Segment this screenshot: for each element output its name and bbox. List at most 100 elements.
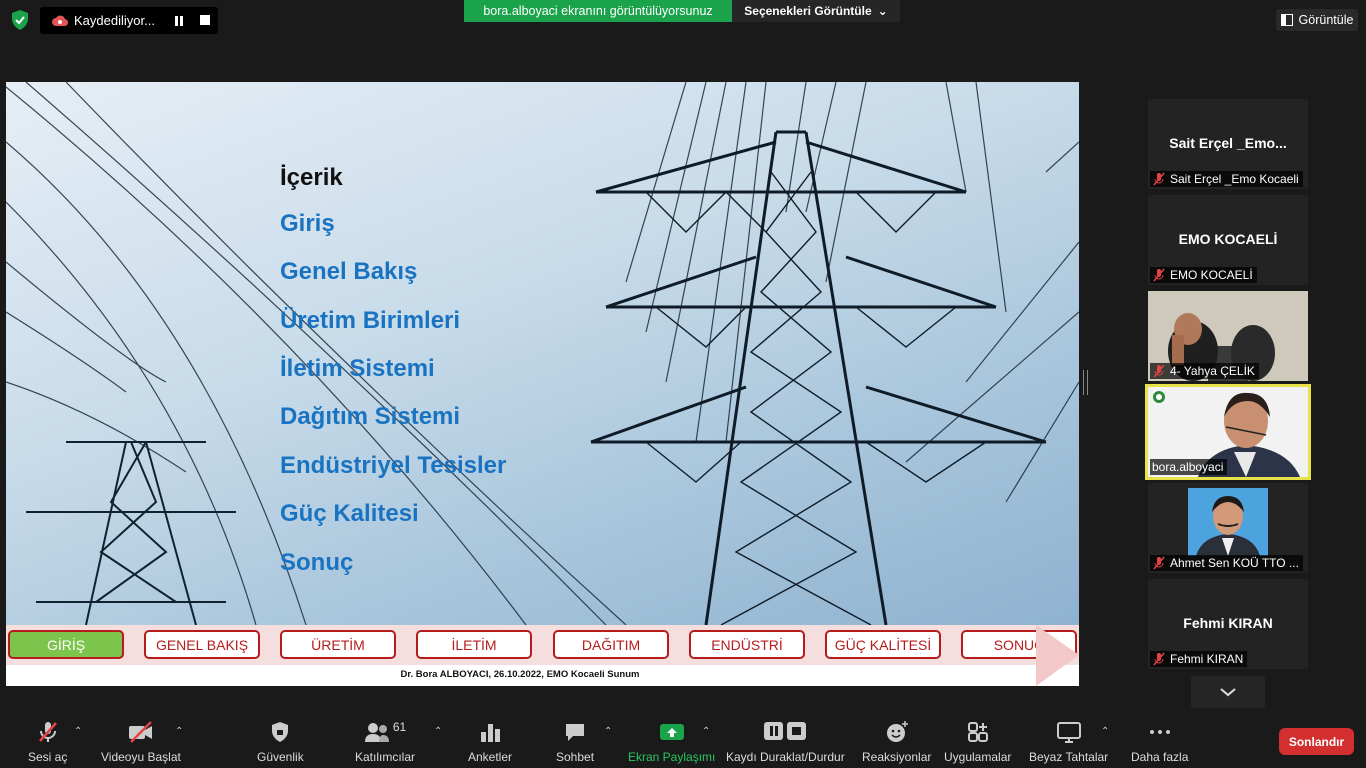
participant-count: 61 xyxy=(392,720,407,734)
video-options-chevron-icon[interactable]: ⌃ xyxy=(175,726,183,737)
participant-label-text: bora.alboyaci xyxy=(1152,460,1224,474)
participant-label-text: EMO KOCAELİ xyxy=(1170,268,1253,282)
nav-uretim[interactable]: ÜRETİM xyxy=(280,630,396,659)
toc-item-dagitim: Dağıtım Sistemi xyxy=(280,403,461,430)
share-screen-icon xyxy=(659,724,684,740)
participant-tile[interactable]: 4- Yahya ÇELİK xyxy=(1148,291,1308,381)
end-meeting-button[interactable]: Sonlandır xyxy=(1279,728,1354,755)
share-banner-text: bora.alboyaci ekranını görüntülüyorsunuz xyxy=(483,4,713,18)
security-shield-icon xyxy=(272,722,289,742)
participant-label-text: 4- Yahya ÇELİK xyxy=(1170,364,1255,378)
view-button-label: Görüntüle xyxy=(1298,13,1354,27)
reactions-button[interactable]: Reaksiyonlar xyxy=(862,720,931,764)
participants-scroll-down-button[interactable] xyxy=(1191,676,1265,708)
participant-label: 4- Yahya ÇELİK xyxy=(1150,363,1259,379)
participant-name-large: Fehmi KIRAN xyxy=(1183,615,1273,631)
recording-indicator[interactable]: Kaydediliyor... xyxy=(40,7,218,34)
participant-label: EMO KOCAELİ xyxy=(1150,267,1257,283)
participant-label: Ahmet Sen KOÜ TTO ... xyxy=(1150,555,1303,571)
polls-button[interactable]: Anketler xyxy=(468,720,512,764)
chat-options-chevron-icon[interactable]: ⌃ xyxy=(604,726,612,737)
pause-stop-label: Kaydı Duraklat/Durdur xyxy=(726,750,845,764)
participant-profile-photo xyxy=(1188,488,1268,556)
toc-item-giris: Giriş xyxy=(280,210,335,237)
cloud-record-icon xyxy=(52,15,68,26)
nav-genel-bakis[interactable]: GENEL BAKIŞ xyxy=(144,630,260,659)
participant-tile[interactable]: EMO KOCAELİ EMO KOCAELİ xyxy=(1148,195,1308,285)
nav-dagitim[interactable]: DAĞITIM xyxy=(553,630,669,659)
chat-button[interactable]: Sohbet xyxy=(556,720,594,764)
reactions-smiley-icon xyxy=(886,721,908,742)
participants-icon-group: 61 xyxy=(364,720,406,750)
security-label: Güvenlik xyxy=(257,750,304,764)
participant-tile[interactable]: Fehmi KIRAN Fehmi KIRAN xyxy=(1148,579,1308,669)
polls-icon xyxy=(481,724,501,742)
participant-label-text: Fehmi KIRAN xyxy=(1170,652,1244,666)
audio-options-chevron-icon[interactable]: ⌃ xyxy=(74,726,82,737)
apps-button[interactable]: Uygulamalar xyxy=(944,720,1011,764)
mic-muted-icon xyxy=(38,722,57,742)
pause-stop-recording-button[interactable]: Kaydı Duraklat/Durdur xyxy=(726,720,845,764)
slide-arrow-decoration xyxy=(1036,625,1079,686)
toc-item-iletim: İletim Sistemi xyxy=(280,355,435,382)
participant-tile[interactable]: Sait Erçel _Emo... Sait Erçel _Emo Kocae… xyxy=(1148,99,1308,189)
participant-tile[interactable]: Ahmet Sen KOÜ TTO ... xyxy=(1148,483,1308,573)
participant-name-large: EMO KOCAELİ xyxy=(1178,231,1278,247)
pause-recording-icon[interactable] xyxy=(174,16,184,26)
stop-recording-icon[interactable] xyxy=(200,15,210,25)
nav-endustri[interactable]: ENDÜSTRİ xyxy=(689,630,805,659)
participant-tile-speaking[interactable]: bora.alboyaci xyxy=(1145,384,1311,480)
participants-button[interactable]: 61 Katılımcılar xyxy=(355,720,415,764)
pause-stop-icon xyxy=(764,722,807,740)
unmute-label: Sesi aç xyxy=(28,750,68,764)
participants-options-chevron-icon[interactable]: ⌃ xyxy=(434,726,442,737)
end-meeting-label: Sonlandır xyxy=(1288,734,1345,749)
mic-muted-icon xyxy=(1153,364,1165,378)
slide-footer: Dr. Bora ALBOYACI, 26.10.2022, EMO Kocae… xyxy=(400,669,640,680)
participant-name-large: Sait Erçel _Emo... xyxy=(1169,135,1287,151)
chat-label: Sohbet xyxy=(556,750,595,764)
nav-iletim[interactable]: İLETİM xyxy=(416,630,532,659)
participant-label-text: Sait Erçel _Emo Kocaeli xyxy=(1170,172,1299,186)
nav-guc-kalitesi[interactable]: GÜÇ KALİTESİ xyxy=(825,630,941,659)
whiteboard-icon xyxy=(1056,722,1081,743)
recording-label: Kaydediliyor... xyxy=(74,13,155,28)
apps-label: Uygulamalar xyxy=(944,750,1012,764)
view-options-label: Seçenekleri Görüntüle xyxy=(744,4,872,18)
start-video-button[interactable]: Videoyu Başlat xyxy=(101,720,181,764)
power-tower-illustration xyxy=(6,82,1079,625)
participant-label: Sait Erçel _Emo Kocaeli xyxy=(1150,171,1303,187)
share-options-chevron-icon[interactable]: ⌃ xyxy=(702,726,710,737)
more-dots-icon xyxy=(1149,730,1170,734)
more-label: Daha fazla xyxy=(1131,750,1189,764)
nav-giris[interactable]: GİRİŞ xyxy=(8,630,124,659)
whiteboards-button[interactable]: Beyaz Tahtalar xyxy=(1029,720,1108,764)
whiteboards-options-chevron-icon[interactable]: ⌃ xyxy=(1101,726,1109,737)
chevron-down-icon: ⌄ xyxy=(877,4,888,18)
view-button[interactable]: Görüntüle xyxy=(1276,9,1358,31)
panel-resize-handle[interactable] xyxy=(1083,370,1088,395)
security-button[interactable]: Güvenlik xyxy=(257,720,304,764)
start-video-label: Videoyu Başlat xyxy=(101,750,181,764)
toc-item-guc-kalitesi: Güç Kalitesi xyxy=(280,500,419,527)
mic-muted-icon xyxy=(1153,268,1165,282)
chevron-down-icon xyxy=(1220,688,1236,697)
screen-share-banner: bora.alboyaci ekranını görüntülüyorsunuz xyxy=(464,0,732,22)
shared-slide: İçerik Giriş Genel Bakış Üretim Birimler… xyxy=(6,82,1079,686)
security-shield-icon[interactable] xyxy=(10,9,30,31)
toc-heading: İçerik xyxy=(280,164,343,191)
view-layout-icon xyxy=(1280,14,1293,26)
more-button[interactable]: Daha fazla xyxy=(1131,720,1188,764)
participant-label: bora.alboyaci xyxy=(1150,459,1228,475)
toc-item-sonuc: Sonuç xyxy=(280,549,354,576)
chat-icon xyxy=(566,724,585,741)
participants-icon xyxy=(364,723,389,742)
share-screen-label: Ekran Paylaşımı xyxy=(628,750,716,764)
toc-item-genel-bakis: Genel Bakış xyxy=(280,258,418,285)
unmute-button[interactable]: Sesi aç xyxy=(28,720,67,764)
whiteboards-label: Beyaz Tahtalar xyxy=(1029,750,1109,764)
apps-icon xyxy=(967,722,988,742)
toc-item-uretim: Üretim Birimleri xyxy=(280,307,461,334)
toc-item-endustriyel: Endüstriyel Tesisler xyxy=(280,452,507,479)
view-options-button[interactable]: Seçenekleri Görüntüle ⌄ xyxy=(732,0,900,22)
